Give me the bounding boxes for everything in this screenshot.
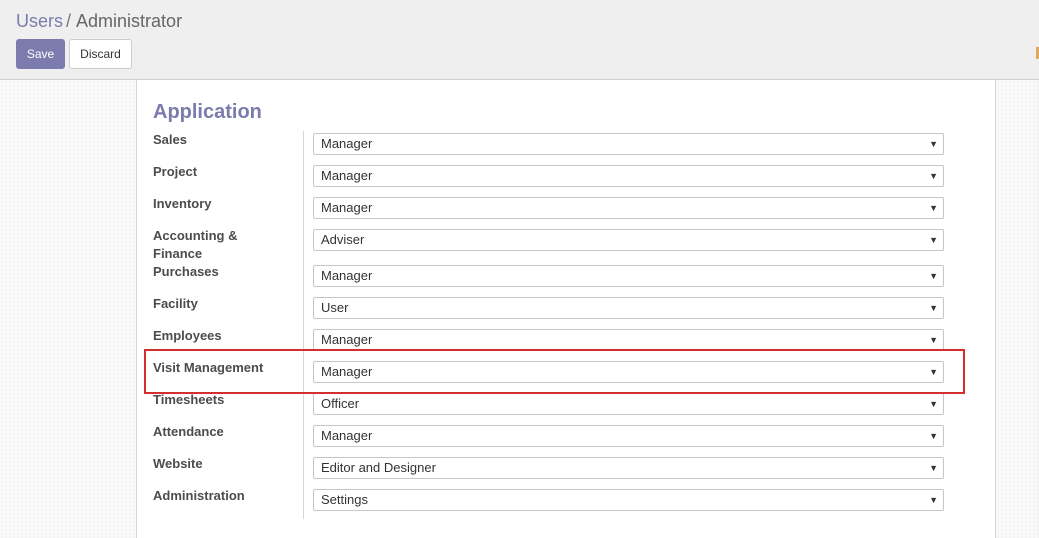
select-value: Settings bbox=[321, 492, 368, 507]
breadcrumb-users-link[interactable]: Users bbox=[16, 11, 63, 31]
caret-down-icon: ▼ bbox=[929, 303, 938, 313]
save-button[interactable]: Save bbox=[16, 39, 65, 69]
sales-access-select[interactable]: Manager ▼ bbox=[313, 133, 944, 155]
caret-down-icon: ▼ bbox=[929, 171, 938, 181]
select-value: Manager bbox=[321, 268, 373, 283]
row-label: Accounting & Finance bbox=[153, 228, 238, 261]
background-left bbox=[0, 80, 136, 538]
select-value: Manager bbox=[321, 168, 373, 183]
caret-down-icon: ▼ bbox=[929, 203, 938, 213]
row-label: Administration bbox=[153, 488, 245, 503]
form-sheet: Application Sales Manager ▼ Project Mana… bbox=[136, 80, 996, 538]
row-label: Inventory bbox=[153, 196, 212, 211]
timesheets-access-select[interactable]: Officer ▼ bbox=[313, 393, 944, 415]
select-value: Manager bbox=[321, 428, 373, 443]
facility-access-select[interactable]: User ▼ bbox=[313, 297, 944, 319]
access-row-attendance: Attendance Manager ▼ bbox=[137, 423, 995, 455]
select-value: Officer bbox=[321, 396, 360, 411]
select-value: Manager bbox=[321, 136, 373, 151]
accounting-access-select[interactable]: Adviser ▼ bbox=[313, 229, 944, 251]
access-row-facility: Facility User ▼ bbox=[137, 295, 995, 327]
row-label: Purchases bbox=[153, 264, 219, 279]
caret-down-icon: ▼ bbox=[929, 399, 938, 409]
access-row-accounting: Accounting & Finance Adviser ▼ bbox=[137, 227, 995, 263]
visit-management-access-select[interactable]: Manager ▼ bbox=[313, 361, 944, 383]
access-row-website: Website Editor and Designer ▼ bbox=[137, 455, 995, 487]
access-row-administration: Administration Settings ▼ bbox=[137, 487, 995, 519]
caret-down-icon: ▼ bbox=[929, 463, 938, 473]
select-value: User bbox=[321, 300, 349, 315]
breadcrumb-current: Administrator bbox=[76, 11, 183, 31]
access-row-timesheets: Timesheets Officer ▼ bbox=[137, 391, 995, 423]
background-right bbox=[996, 80, 1039, 538]
access-row-inventory: Inventory Manager ▼ bbox=[137, 195, 995, 227]
administration-access-select[interactable]: Settings ▼ bbox=[313, 489, 944, 511]
access-row-employees: Employees Manager ▼ bbox=[137, 327, 995, 359]
row-label: Visit Management bbox=[153, 360, 264, 375]
select-value: Manager bbox=[321, 364, 373, 379]
access-row-sales: Sales Manager ▼ bbox=[137, 131, 995, 163]
select-value: Editor and Designer bbox=[321, 460, 436, 475]
row-label: Employees bbox=[153, 328, 222, 343]
website-access-select[interactable]: Editor and Designer ▼ bbox=[313, 457, 944, 479]
row-label: Attendance bbox=[153, 424, 224, 439]
discard-button[interactable]: Discard bbox=[69, 39, 132, 69]
caret-down-icon: ▼ bbox=[929, 431, 938, 441]
caret-down-icon: ▼ bbox=[929, 335, 938, 345]
purchases-access-select[interactable]: Manager ▼ bbox=[313, 265, 944, 287]
row-label: Timesheets bbox=[153, 392, 225, 407]
row-label: Facility bbox=[153, 296, 198, 311]
employees-access-select[interactable]: Manager ▼ bbox=[313, 329, 944, 351]
row-label: Website bbox=[153, 456, 203, 471]
caret-down-icon: ▼ bbox=[929, 495, 938, 505]
caret-down-icon: ▼ bbox=[929, 367, 938, 377]
select-value: Manager bbox=[321, 200, 373, 215]
select-value: Manager bbox=[321, 332, 373, 347]
attendance-access-select[interactable]: Manager ▼ bbox=[313, 425, 944, 447]
access-row-project: Project Manager ▼ bbox=[137, 163, 995, 195]
row-label: Sales bbox=[153, 132, 187, 147]
inventory-access-select[interactable]: Manager ▼ bbox=[313, 197, 944, 219]
caret-down-icon: ▼ bbox=[929, 139, 938, 149]
access-row-visit-management: Visit Management Manager ▼ bbox=[137, 359, 995, 391]
breadcrumb: Users / Administrator bbox=[16, 10, 182, 32]
control-panel: Users / Administrator Save Discard bbox=[0, 0, 1039, 80]
section-title: Application bbox=[153, 101, 262, 123]
caret-down-icon: ▼ bbox=[929, 235, 938, 245]
breadcrumb-separator: / bbox=[66, 11, 72, 31]
access-row-purchases: Purchases Manager ▼ bbox=[137, 263, 995, 295]
caret-down-icon: ▼ bbox=[929, 271, 938, 281]
row-label: Project bbox=[153, 164, 198, 179]
project-access-select[interactable]: Manager ▼ bbox=[313, 165, 944, 187]
select-value: Adviser bbox=[321, 232, 365, 247]
